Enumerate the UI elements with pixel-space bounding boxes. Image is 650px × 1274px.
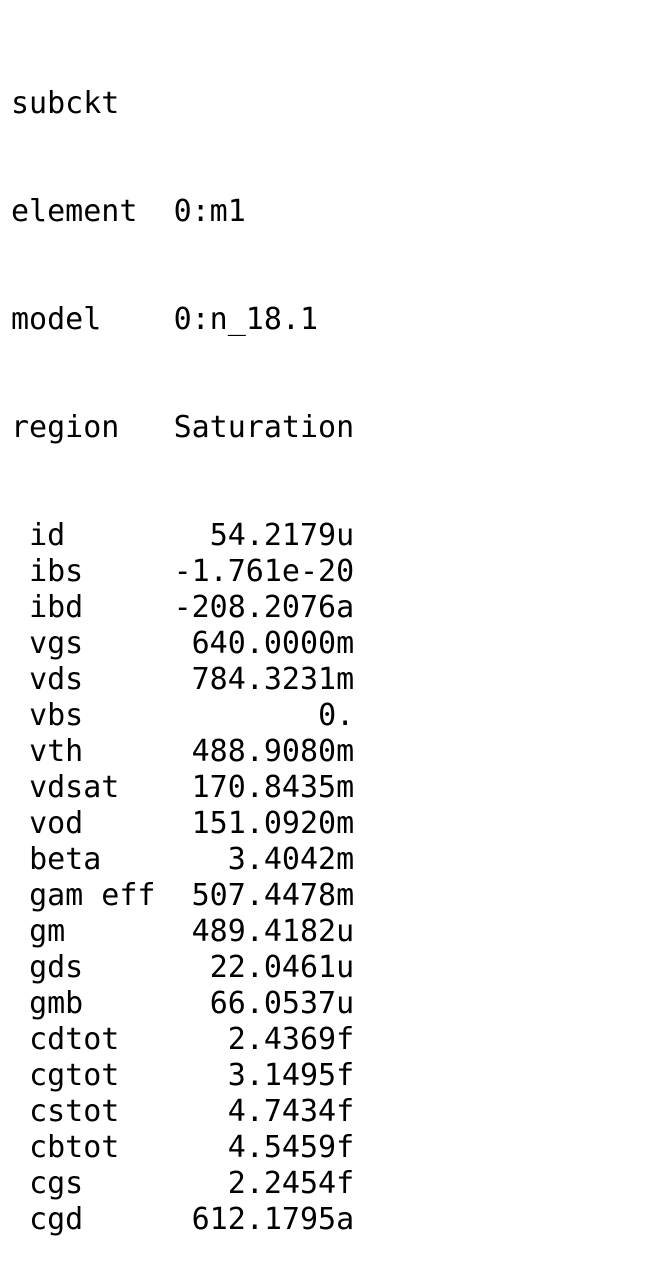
param-row: vth 488.9080m <box>11 734 354 770</box>
param-row: cbtot 4.5459f <box>11 1130 354 1166</box>
param-spacer <box>119 1130 227 1165</box>
param-value: 612.1795a <box>191 1202 355 1237</box>
header-label: model <box>11 302 102 337</box>
param-name: gmb <box>29 986 84 1021</box>
param-row: vdsat 170.8435m <box>11 770 354 806</box>
param-value: 784.3231m <box>191 662 355 697</box>
param-row: vod 151.0920m <box>11 806 354 842</box>
param-row: vds 784.3231m <box>11 662 354 698</box>
param-row: cgs 2.2454f <box>11 1166 354 1202</box>
param-row: cgtot 3.1495f <box>11 1058 354 1094</box>
param-row: id 54.2179u <box>11 518 354 554</box>
param-spacer <box>83 698 318 733</box>
param-value: 151.0920m <box>191 806 355 841</box>
param-name: cstot <box>29 1094 120 1129</box>
param-spacer <box>83 986 209 1021</box>
param-name: vod <box>29 806 84 841</box>
param-name: vgs <box>29 626 84 661</box>
header-label: region <box>11 410 120 445</box>
param-value: 4.7434f <box>227 1094 355 1129</box>
param-spacer <box>83 1166 228 1201</box>
param-value: 3.4042m <box>227 842 355 877</box>
param-spacer <box>83 1202 191 1237</box>
param-row: gmb 66.0537u <box>11 986 354 1022</box>
param-name: cgd <box>29 1202 84 1237</box>
param-value: 489.4182u <box>191 914 355 949</box>
param-name: beta <box>29 842 102 877</box>
param-row: gam eff 507.4478m <box>11 878 354 914</box>
param-name: cdtot <box>29 1022 120 1057</box>
param-row: gds 22.0461u <box>11 950 354 986</box>
param-value: 54.2179u <box>209 518 355 553</box>
param-spacer <box>83 626 191 661</box>
param-value: 0. <box>318 698 355 733</box>
header-label: element <box>11 194 138 229</box>
param-name: gm <box>29 914 66 949</box>
param-value: -1.761e-20 <box>173 554 355 589</box>
param-row: ibd -208.2076a <box>11 590 354 626</box>
param-row: beta 3.4042m <box>11 842 354 878</box>
param-row: cgd 612.1795a <box>11 1202 354 1238</box>
header-row-model: model 0:n_18.1 <box>11 302 354 338</box>
param-name: id <box>29 518 66 553</box>
param-value: 2.2454f <box>227 1166 355 1201</box>
param-name: vdsat <box>29 770 120 805</box>
param-row: gm 489.4182u <box>11 914 354 950</box>
param-value: -208.2076a <box>173 590 355 625</box>
param-row: ibs -1.761e-20 <box>11 554 354 590</box>
param-value: 640.0000m <box>191 626 355 661</box>
param-value: 488.9080m <box>191 734 355 769</box>
param-spacer <box>83 806 191 841</box>
param-value: 170.8435m <box>191 770 355 805</box>
param-row: cdtot 2.4369f <box>11 1022 354 1058</box>
param-row: vbs 0. <box>11 698 354 734</box>
param-spacer <box>119 1094 227 1129</box>
param-row: cstot 4.7434f <box>11 1094 354 1130</box>
header-row-element: element 0:m1 <box>11 194 354 230</box>
param-spacer <box>119 1022 227 1057</box>
param-spacer <box>101 842 227 877</box>
param-name: gds <box>29 950 84 985</box>
param-name: vds <box>29 662 84 697</box>
param-value: 2.4369f <box>227 1022 355 1057</box>
param-spacer <box>83 590 173 625</box>
param-spacer <box>65 518 210 553</box>
param-spacer <box>119 1058 227 1093</box>
param-name: vth <box>29 734 84 769</box>
header-value: 0:m1 <box>173 194 246 229</box>
param-spacer <box>83 554 173 589</box>
device-operating-point-listing: subckt element 0:m1 model 0:n_18.1 regio… <box>11 14 354 1274</box>
param-value: 4.5459f <box>227 1130 355 1165</box>
header-row-subckt: subckt <box>11 86 354 122</box>
param-name: cgs <box>29 1166 84 1201</box>
param-value: 66.0537u <box>209 986 355 1021</box>
param-name: cbtot <box>29 1130 120 1165</box>
param-spacer <box>65 914 191 949</box>
param-spacer <box>83 734 191 769</box>
param-value: 22.0461u <box>209 950 355 985</box>
param-spacer <box>83 950 209 985</box>
parameter-list: id 54.2179u ibs -1.761e-20 ibd -208.2076… <box>11 518 354 1238</box>
param-name: ibd <box>29 590 84 625</box>
param-value: 3.1495f <box>227 1058 355 1093</box>
header-value: Saturation <box>173 410 355 445</box>
header-label: subckt <box>11 86 120 121</box>
param-spacer <box>83 662 191 697</box>
header-row-region: region Saturation <box>11 410 354 446</box>
param-row: vgs 640.0000m <box>11 626 354 662</box>
param-spacer <box>119 770 191 805</box>
header-value: 0:n_18.1 <box>173 302 319 337</box>
param-name: cgtot <box>29 1058 120 1093</box>
param-name: ibs <box>29 554 84 589</box>
param-name: vbs <box>29 698 84 733</box>
